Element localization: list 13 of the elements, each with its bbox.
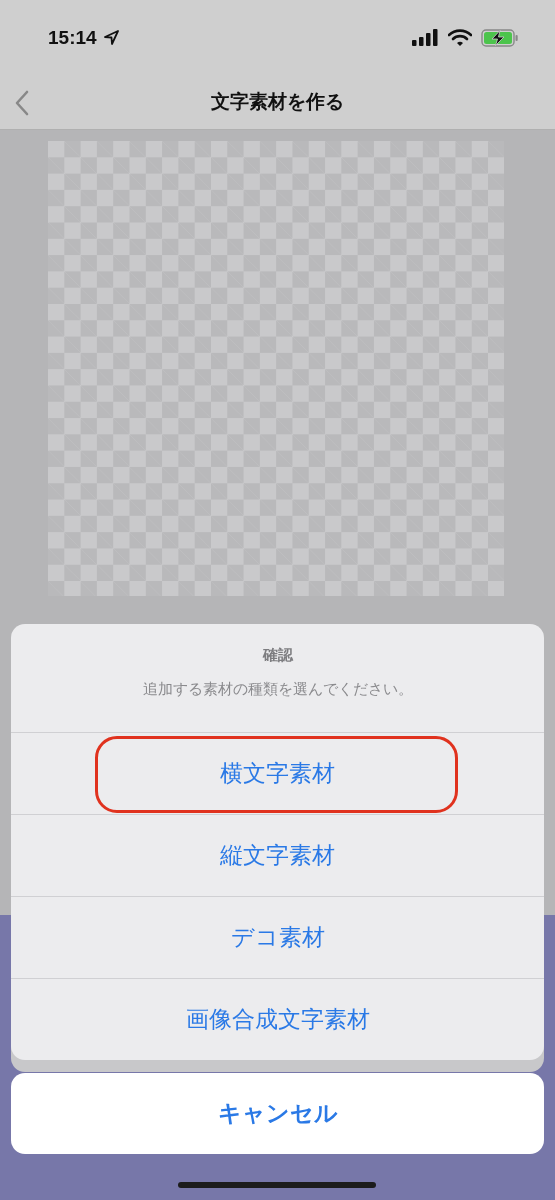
sheet-message: 追加する素材の種類を選んでください。 (142, 680, 413, 699)
sheet-option[interactable]: 画像合成文字素材 (11, 979, 544, 1060)
nav-title: 文字素材を作る (211, 89, 344, 114)
battery-charging-icon (481, 28, 519, 47)
location-arrow-icon (103, 30, 119, 45)
cancel-button[interactable]: キャンセル (11, 1073, 544, 1154)
sheet-title: 確認 (262, 646, 293, 665)
wifi-icon (448, 29, 472, 46)
sheet-option[interactable]: 縦文字素材 (11, 815, 544, 896)
signal-icon (412, 29, 439, 46)
sheet-option[interactable]: 横文字素材 (11, 733, 544, 814)
sheet-option[interactable]: デコ素材 (11, 897, 544, 978)
status-time: 15:14 (48, 26, 97, 49)
